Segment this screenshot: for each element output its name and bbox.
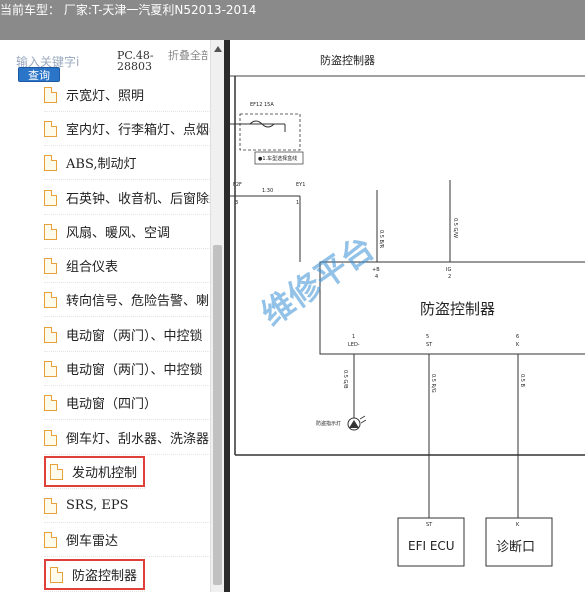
wire-size-130: 1.30 (262, 188, 273, 194)
document-icon (44, 394, 57, 411)
tree-item-instrument-cluster[interactable]: 组合仪表 (44, 249, 210, 283)
diagram-header: 防盗控制器 (320, 53, 375, 67)
top-pin-right-name: IG (446, 267, 451, 273)
document-icon (44, 360, 57, 377)
fuse-label: EF12 15A (250, 102, 274, 108)
wire-b3-color: 0.5 B (519, 374, 525, 388)
bottom-pin1-num: 1 (352, 334, 355, 340)
tree-item-fan-ac[interactable]: 风扇、暖风、空调 (44, 215, 210, 249)
pin-1: 1 (296, 200, 299, 206)
wire-b1-color: 0.5 G/B (342, 370, 348, 389)
document-icon (50, 463, 63, 480)
led-label: 防盗指示灯 (316, 420, 341, 427)
bottom-pin2-name: ST (426, 342, 433, 348)
ecu-label: EFI ECU (408, 539, 455, 553)
document-icon (44, 86, 57, 103)
wiring-diagram: 防盗控制器 EF12 15A ●1.车型选择盒线 F2F EY1 1.30 3 … (230, 53, 585, 567)
tree-item-power-windows-4door[interactable]: 电动窗（四门） (44, 386, 210, 420)
top-pin-right-num: 2 (448, 274, 451, 280)
title-bar: 当前车型： 厂家:T-天津一汽夏利N52013-2014 (0, 0, 585, 40)
document-icon (44, 497, 57, 514)
wire-right-color: 0.5 G/W (452, 218, 458, 238)
tree-item-power-windows-2door-a[interactable]: 电动窗（两门）、中控锁 (44, 318, 210, 352)
tree-item-clock-radio[interactable]: 石英钟、收音机、后窗除霜 (44, 181, 210, 215)
connector-ey1: EY1 (296, 182, 305, 188)
search-button[interactable]: 查询 (18, 67, 60, 82)
document-icon (44, 120, 57, 137)
sidebar-scrollbar[interactable] (210, 40, 224, 592)
ecu-pin-label: ST (426, 522, 433, 528)
document-icon (44, 429, 57, 446)
collapse-all-button[interactable]: 折叠全部 (168, 50, 208, 61)
tree-item-srs-eps[interactable]: SRS, EPS (44, 489, 210, 523)
bottom-pin2-num: 5 (426, 334, 429, 340)
tree-item-interior-lights[interactable]: 室内灯、行李箱灯、点烟器 (44, 112, 210, 146)
wire-left-color: 0.5 B/R (378, 230, 384, 249)
scroll-up-arrow-icon[interactable] (214, 46, 222, 52)
controller-title: 防盗控制器 (420, 300, 495, 318)
wiring-diagram-panel: 防盗控制器 EF12 15A ●1.车型选择盒线 F2F EY1 1.30 3 … (230, 40, 585, 592)
diag-label: 诊断口 (496, 540, 535, 555)
sidebar: 示宽灯、照明 室内灯、行李箱灯、点烟器 ABS,制动灯 石英钟、收音机、后窗除霜… (0, 40, 224, 592)
fuse-box (239, 113, 301, 151)
top-pin-left-name: +B (372, 267, 380, 273)
bottom-pin3-num: 6 (516, 334, 519, 340)
scrollbar-thumb[interactable] (213, 245, 222, 585)
led-rays-icon (359, 415, 367, 424)
tree-item-parking-radar[interactable]: 倒车雷达 (44, 523, 210, 557)
document-icon (44, 189, 57, 206)
tree-item-turn-signals[interactable]: 转向信号、危险告警、喇叭 (44, 283, 210, 317)
document-icon (44, 223, 57, 240)
tree-item-anti-theft-controller[interactable]: 防盗控制器 (44, 558, 146, 592)
note-label: ●1.车型选择盒线 (258, 155, 297, 162)
document-icon (50, 566, 63, 583)
tree-item-reverse-wiper[interactable]: 倒车灯、刮水器、洗涤器 (44, 421, 210, 455)
document-icon (44, 531, 57, 548)
wire-b2-color: 0.5 R/G (430, 374, 436, 393)
pin-3: 3 (235, 200, 238, 206)
bottom-pin1-name: LED- (348, 342, 360, 348)
tree-item-abs-brake-lights[interactable]: ABS,制动灯 (44, 146, 210, 180)
current-vehicle-label: 当前车型： 厂家:T-天津一汽夏利N52013-2014 (0, 3, 257, 17)
document-icon (44, 291, 57, 308)
top-pin-left-num: 4 (375, 274, 378, 280)
tree-item-engine-control[interactable]: 发动机控制 (44, 455, 146, 489)
pc-code-label: PC.48-28803 (117, 49, 154, 73)
search-bar: 查询 PC.48-28803 折叠全部 (0, 40, 210, 86)
connector-f2f: F2F (233, 182, 242, 188)
tree-item-power-windows-2door-b[interactable]: 电动窗（两门）、中控锁 (44, 352, 210, 386)
document-icon (44, 154, 57, 171)
document-icon (44, 326, 57, 343)
document-icon (44, 257, 57, 274)
